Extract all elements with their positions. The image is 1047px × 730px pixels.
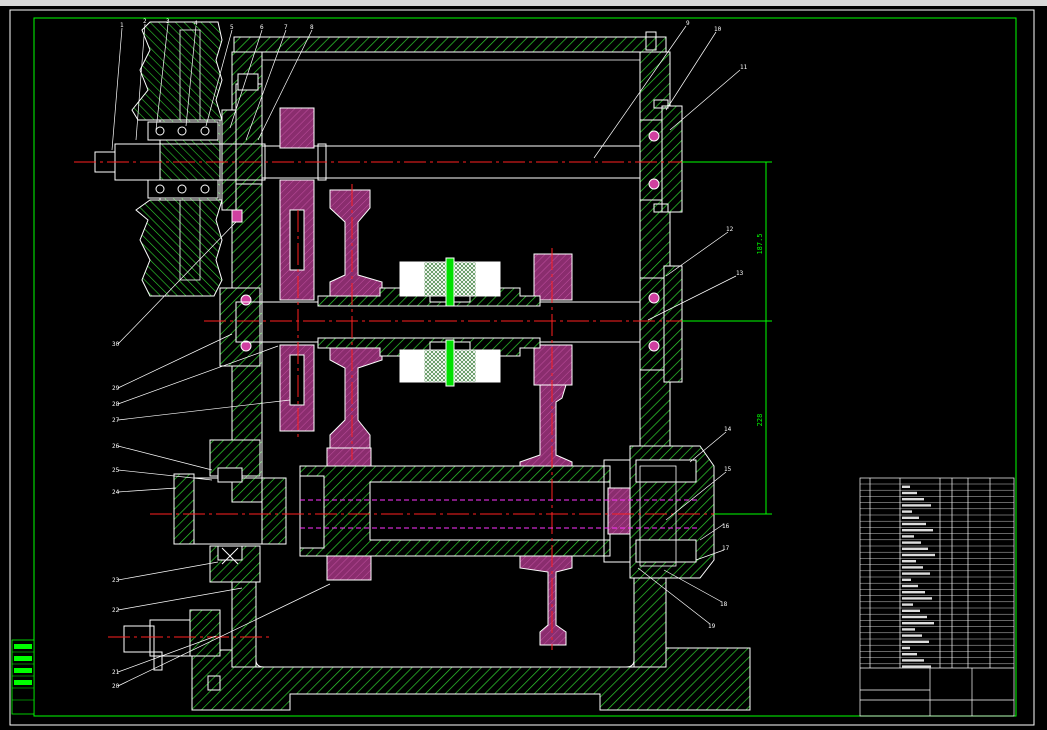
parts-list-entry-mark <box>902 628 915 631</box>
balloon-7: 7 <box>284 24 288 31</box>
balloon-30: 30 <box>112 341 120 348</box>
balloon-1: 1 <box>120 22 124 29</box>
parts-list-entry-mark <box>902 634 922 637</box>
drawing-canvas: 187.5 228 1 2 3 4 5 6 7 8 9 10 11 12 13 … <box>0 0 1047 726</box>
balloon-4: 4 <box>194 20 198 27</box>
balloon-18: 18 <box>720 601 728 608</box>
parts-list-rows <box>860 483 1014 668</box>
balloon-23: 23 <box>112 577 120 584</box>
parts-list-entry-mark <box>902 640 929 643</box>
parts-list-entry-mark <box>902 591 925 594</box>
parts-list-entry-mark <box>902 653 917 656</box>
balloon-22: 22 <box>112 607 120 614</box>
balloon-24: 24 <box>112 489 120 496</box>
balloon-25: 25 <box>112 467 120 474</box>
parts-list-entry-mark <box>902 622 934 625</box>
parts-list-entry-mark <box>902 578 911 581</box>
parts-list-entry-mark <box>902 659 924 662</box>
balloon-21: 21 <box>112 669 120 676</box>
balloon-29: 29 <box>112 385 120 392</box>
parts-list-entry-mark <box>902 498 924 501</box>
balloon-11: 11 <box>740 64 748 71</box>
parts-list-entry-mark <box>902 646 910 650</box>
parts-list-entry-mark <box>902 491 917 495</box>
balloon-3: 3 <box>166 18 170 25</box>
balloon-17: 17 <box>722 545 730 552</box>
parts-list-entry-mark <box>902 603 913 606</box>
balloon-19: 19 <box>708 623 716 630</box>
balloon-16: 16 <box>722 523 730 530</box>
parts-list-entry-mark <box>902 572 930 575</box>
balloon-26: 26 <box>112 443 120 450</box>
balloon-8: 8 <box>310 24 314 31</box>
parts-list-entry-mark <box>902 665 931 668</box>
top-strip <box>0 0 1047 6</box>
parts-list-entry-mark <box>902 566 923 569</box>
balloon-12: 12 <box>726 226 734 233</box>
parts-list-entry-mark <box>902 516 919 519</box>
parts-list-entry-mark <box>902 522 926 526</box>
revision-block <box>11 639 35 715</box>
balloon-13: 13 <box>736 270 744 277</box>
parts-list <box>859 477 1015 717</box>
balloon-28: 28 <box>112 401 120 408</box>
parts-list-entry-mark <box>902 504 931 507</box>
parts-list-entry-mark <box>902 597 932 600</box>
balloon-5: 5 <box>230 24 234 31</box>
parts-list-entry-mark <box>902 529 933 532</box>
parts-list-entry-mark <box>902 547 928 550</box>
parts-list-entry-mark <box>902 609 920 612</box>
balloon-15: 15 <box>724 466 732 473</box>
balloon-10: 10 <box>714 26 722 33</box>
parts-list-entry-mark <box>902 560 916 563</box>
parts-list-entry-mark <box>902 541 921 544</box>
balloon-2: 2 <box>143 18 147 25</box>
parts-list-entry-mark <box>902 510 912 513</box>
parts-list-entry-mark <box>902 615 927 619</box>
output-shaft <box>123 439 715 691</box>
parts-list-entry-mark <box>902 553 935 557</box>
balloon-9: 9 <box>686 20 690 27</box>
balloon-27: 27 <box>112 417 120 424</box>
parts-list-entry-mark <box>902 485 910 488</box>
dimension-lower: 228 <box>756 414 764 427</box>
balloon-20: 20 <box>112 683 120 690</box>
parts-list-entry-mark <box>902 584 918 588</box>
dimension-upper: 187.5 <box>756 233 764 254</box>
balloon-14: 14 <box>724 426 732 433</box>
balloon-6: 6 <box>260 24 264 31</box>
parts-list-entry-mark <box>902 535 914 538</box>
